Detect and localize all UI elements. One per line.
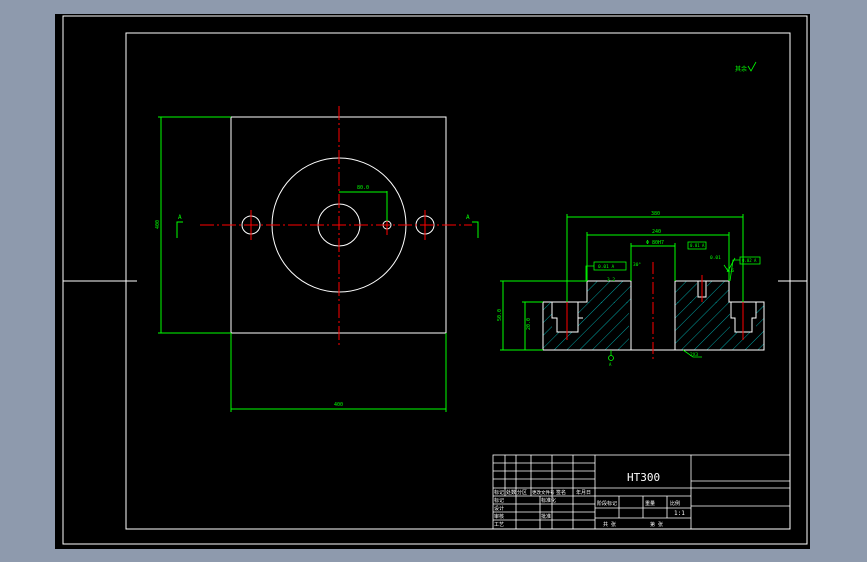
roughness-note: 其余 bbox=[735, 65, 747, 73]
mid-cell-1: 标准化 bbox=[541, 497, 556, 504]
header-cell-2: 处数 bbox=[506, 489, 516, 496]
tolerance-frame-left-text: 0.01 A bbox=[598, 264, 615, 270]
counterbore-left-void bbox=[552, 302, 578, 332]
material-label: HT300 bbox=[627, 471, 660, 484]
tolerance-frame-right-text: 0.02 A bbox=[742, 258, 757, 263]
row-label-2: 设计 bbox=[494, 505, 504, 512]
section-label-left: A bbox=[178, 214, 182, 221]
roughness-2: 3.2 bbox=[607, 277, 615, 283]
step-height-text: 20.0 bbox=[526, 318, 532, 330]
height-dim-text: 400 bbox=[155, 220, 161, 229]
section-label-right: A bbox=[466, 214, 470, 221]
header-cell-4: 更改文件号 bbox=[532, 489, 555, 496]
bore-dim-text: Φ 80H7 bbox=[646, 240, 664, 246]
tolerance-frame-mid-text: 0.01 A bbox=[690, 243, 705, 248]
scale-value: 1:1 bbox=[674, 510, 685, 517]
overall-length-text: 380 bbox=[651, 211, 660, 217]
sheet-number: 第 张 bbox=[650, 521, 663, 528]
angle-text: 30° bbox=[633, 262, 641, 268]
scale-label: 比例 bbox=[670, 500, 680, 507]
hatch-left-upper bbox=[587, 281, 631, 303]
row-label-4: 工艺 bbox=[494, 522, 504, 528]
row-label-3: 审核 bbox=[494, 513, 504, 520]
overall-height-text: 50.0 bbox=[497, 309, 503, 321]
cad-drawing-canvas: 其余 A A 400 400 80.0 380 240 Φ 80H7 0.01 … bbox=[55, 14, 810, 549]
mid-cell-2: 批准 bbox=[541, 513, 551, 520]
stage-label: 阶段标记 bbox=[597, 500, 617, 507]
feature-tolerance: 0.01 bbox=[710, 255, 721, 261]
row-label-1: 标记 bbox=[494, 497, 504, 504]
header-cell-5: 签名 bbox=[556, 489, 566, 496]
inner-length-text: 240 bbox=[652, 229, 661, 235]
header-cell-3: 分区 bbox=[517, 489, 527, 496]
roughness-1: 1.6 bbox=[726, 268, 734, 274]
sheet-total: 共 张 bbox=[603, 521, 616, 528]
width-dim-text: 400 bbox=[334, 402, 343, 408]
header-cell-1: 标记 bbox=[494, 489, 504, 496]
offset-dim-text: 80.0 bbox=[357, 185, 369, 191]
weight-label: 重量 bbox=[645, 500, 655, 507]
chamfer-text: 2X3 bbox=[690, 352, 698, 358]
header-cell-6: 年月日 bbox=[576, 489, 591, 496]
